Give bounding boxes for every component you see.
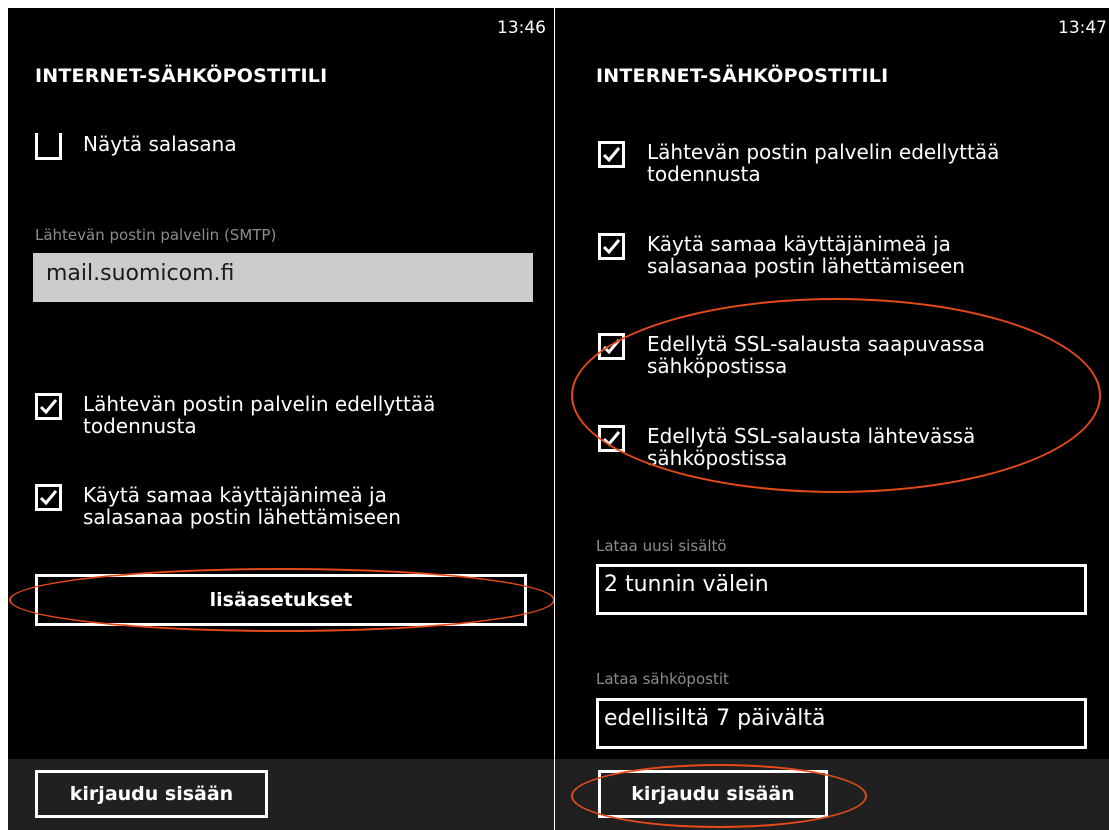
auth-required-label: Lähtevän postin palvelin edellyttää tode… bbox=[647, 140, 1000, 186]
left-phone-screen: 13:46 INTERNET-SÄHKÖPOSTITILI Näytä sala… bbox=[8, 8, 554, 830]
check-icon bbox=[602, 239, 621, 255]
check-icon bbox=[602, 339, 621, 355]
download-new-label: Lataa uusi sisältö bbox=[596, 537, 727, 555]
download-emails-select[interactable]: edellisiltä 7 päivältä bbox=[596, 698, 1087, 749]
signin-button[interactable]: kirjaudu sisään bbox=[35, 770, 268, 818]
check-icon bbox=[39, 399, 58, 415]
check-icon bbox=[39, 490, 58, 506]
app-bar: kirjaudu sisään bbox=[555, 759, 1109, 830]
ssl-incoming-label: Edellytä SSL-salausta saapuvassa sähköpo… bbox=[647, 332, 985, 378]
same-credentials-checkbox[interactable] bbox=[598, 233, 625, 260]
page-title: INTERNET-SÄHKÖPOSTITILI bbox=[35, 65, 328, 87]
auth-required-checkbox[interactable] bbox=[598, 141, 625, 168]
status-clock: 13:47 bbox=[1058, 18, 1107, 38]
ssl-incoming-checkbox[interactable] bbox=[598, 333, 625, 360]
same-credentials-label: Käytä samaa käyttäjänimeä ja salasanaa p… bbox=[647, 232, 965, 278]
check-icon bbox=[602, 147, 621, 163]
show-password-label: Näytä salasana bbox=[83, 132, 237, 156]
same-credentials-label: Käytä samaa käyttäjänimeä ja salasanaa p… bbox=[83, 483, 401, 529]
show-password-checkbox[interactable] bbox=[35, 133, 62, 160]
page-title: INTERNET-SÄHKÖPOSTITILI bbox=[596, 65, 889, 87]
advanced-settings-button[interactable]: lisäasetukset bbox=[35, 574, 527, 626]
smtp-server-input[interactable]: mail.suomicom.fi bbox=[33, 253, 533, 302]
download-emails-label: Lataa sähköpostit bbox=[596, 670, 729, 688]
app-bar: kirjaudu sisään bbox=[8, 759, 554, 830]
right-phone-screen: 13:47 INTERNET-SÄHKÖPOSTITILI Lähtevän p… bbox=[555, 8, 1109, 830]
check-icon bbox=[602, 431, 621, 447]
status-clock: 13:46 bbox=[497, 18, 546, 38]
ssl-outgoing-checkbox[interactable] bbox=[598, 425, 625, 452]
smtp-server-label: Lähtevän postin palvelin (SMTP) bbox=[35, 226, 277, 244]
download-new-select[interactable]: 2 tunnin välein bbox=[596, 564, 1087, 615]
signin-button[interactable]: kirjaudu sisään bbox=[598, 770, 828, 818]
auth-required-checkbox[interactable] bbox=[35, 393, 62, 420]
auth-required-label: Lähtevän postin palvelin edellyttää tode… bbox=[83, 392, 436, 438]
ssl-outgoing-label: Edellytä SSL-salausta lähtevässä sähköpo… bbox=[647, 424, 976, 470]
same-credentials-checkbox[interactable] bbox=[35, 484, 62, 511]
